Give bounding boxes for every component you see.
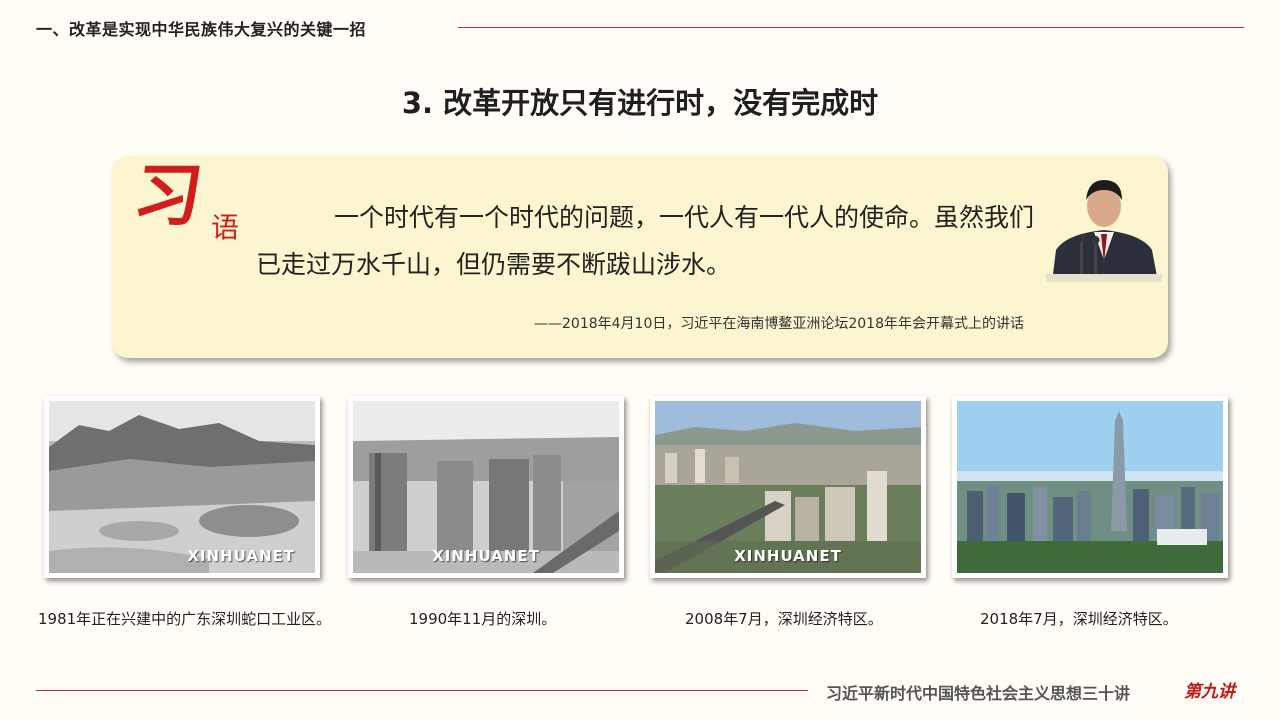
- slide-title: 3. 改革开放只有进行时，没有完成时: [401, 86, 879, 120]
- header-divider: [458, 27, 1244, 28]
- photo-caption-2: 1990年11月的深圳。: [409, 610, 557, 628]
- photo-watermark: XINHUANET: [187, 547, 295, 565]
- photo-1981-shekou: XINHUANET: [44, 396, 320, 578]
- photo-1990-shenzhen: XINHUANET: [348, 396, 624, 578]
- speaker-portrait: [1046, 168, 1162, 282]
- photo-2008-shenzhen: XINHUANET: [650, 396, 926, 578]
- header-section-title: 一、改革是实现中华民族伟大复兴的关键一招: [36, 20, 367, 39]
- xi-logo-char: 习: [128, 156, 208, 236]
- photo-caption-4: 2018年7月，深圳经济特区。: [980, 610, 1178, 628]
- photo-caption-3: 2008年7月，深圳经济特区。: [685, 610, 883, 628]
- photo-caption-1: 1981年正在兴建中的广东深圳蛇口工业区。: [38, 610, 332, 628]
- photo-2018-shenzhen: [952, 396, 1228, 578]
- footer-series-title: 习近平新时代中国特色社会主义思想三十讲: [826, 684, 1131, 703]
- quote-text: 一个时代有一个时代的问题，一代人有一代人的使命。虽然我们已走过万水千山，但仍需要…: [256, 203, 1035, 279]
- photo-watermark: XINHUANET: [432, 547, 540, 565]
- footer-divider: [36, 690, 808, 691]
- photo-watermark: XINHUANET: [734, 547, 842, 565]
- footer-lecture-number: 第九讲: [1184, 682, 1235, 702]
- quote-box: 习 语 一个时代有一个时代的问题，一代人有一代人的使命。虽然我们已走过万水千山，…: [112, 156, 1168, 358]
- quote-source: ——2018年4月10日，习近平在海南博鳌亚洲论坛2018年年会开幕式上的讲话: [534, 316, 1024, 332]
- yu-logo-char: 语: [211, 211, 240, 244]
